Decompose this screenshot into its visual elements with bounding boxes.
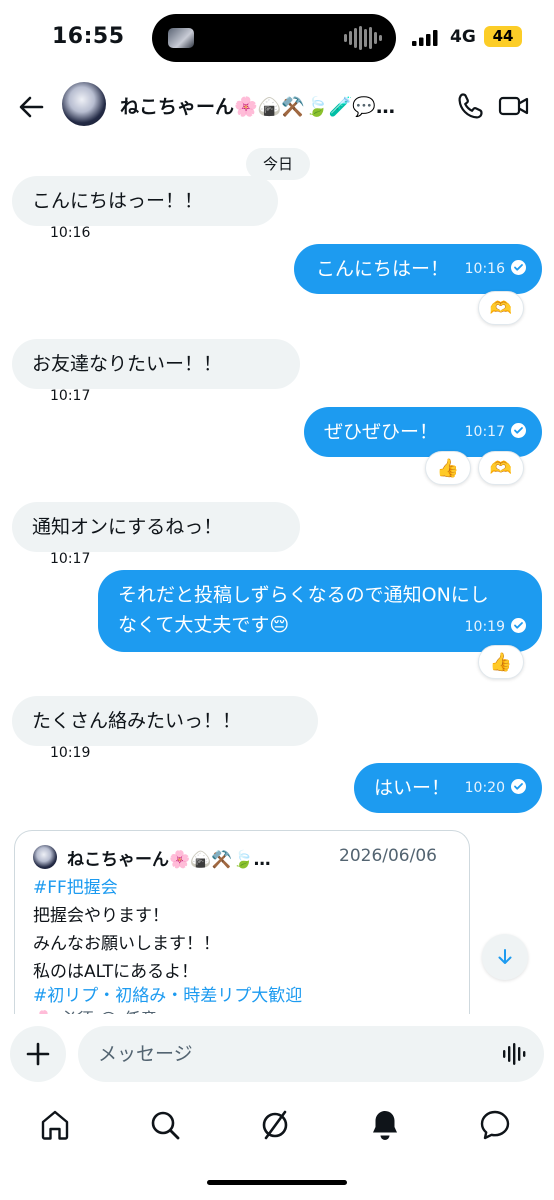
check-icon [511,260,526,275]
outgoing-message[interactable]: はいー！ 10:20 [354,763,542,813]
messages-icon[interactable] [478,1108,512,1142]
check-icon [511,423,526,438]
now-playing-thumbnail [168,28,194,48]
post-author-name: ねこちゃーん🌸🍙⚒️🍃… [67,850,271,870]
reaction-emoji: 🫶 [489,457,513,479]
message-time: 10:16 [464,261,505,277]
avatar[interactable] [62,82,106,126]
conversation-header: ねこちゃーん🌸🍙⚒️🍃🧪💬… [0,76,554,138]
scroll-to-bottom-button[interactable] [482,934,528,980]
message-time: 10:17 [464,424,505,440]
reaction-badge[interactable]: 🫶 [478,291,524,325]
check-icon [511,618,526,633]
reaction-emoji: 🫶 [489,297,513,319]
add-media-button[interactable] [10,1026,66,1082]
contact-name[interactable]: ねこちゃーん🌸🍙⚒️🍃🧪💬… [120,92,450,119]
back-arrow-icon[interactable] [16,92,46,122]
message-text: こんにちはー！ [316,258,450,280]
phone-icon[interactable] [456,91,486,121]
incoming-message[interactable]: 通知オンにするねっ！ 10:17 [12,502,300,567]
plus-icon [26,1042,50,1066]
post-text-line: 私のはALTにあるよ！ [33,962,199,982]
message-time: 10:16 [50,225,91,241]
message-time: 10:19 [464,619,505,635]
check-icon [511,779,526,794]
post-hashtag[interactable]: #FF把握会 [33,876,118,900]
battery-indicator: 44 [484,26,522,47]
post-hashtag[interactable]: #初リプ・初絡み・時差リプ大歓迎 [33,984,302,1008]
incoming-message[interactable]: お友達なりたいー！！ 10:17 [12,339,300,404]
reaction-badge[interactable]: 🫶 [478,451,524,485]
post-author-avatar [33,845,57,869]
outgoing-message[interactable]: こんにちはー！ 10:16 [294,244,542,294]
reaction-emoji: 👍 [489,651,513,673]
message-time: 10:19 [50,745,91,761]
message-text: はいー！ [374,777,451,799]
home-indicator[interactable] [207,1180,347,1185]
composer-bar [0,1014,554,1094]
message-time: 10:20 [464,780,505,796]
message-text-line: それだと投稿しずらくなるので通知ONにし [118,584,489,606]
message-time: 10:17 [50,388,91,404]
status-bar: 16:55 4G 44 [0,0,554,76]
post-text-line: みんなお願いします！！ [33,934,220,954]
voice-icon[interactable] [502,1042,528,1066]
audio-wave-icon [344,26,382,50]
outgoing-message[interactable]: それだと投稿しずらくなるので通知ONにし なくて大丈夫です😔 10:19 [98,570,542,652]
message-text: お友達なりたいー！！ [32,353,223,375]
message-text: たくさん絡みたいっ！！ [32,710,242,732]
message-time: 10:17 [50,551,91,567]
shared-post-card[interactable]: ねこちゃーん🌸🍙⚒️🍃… 2026/06/06 #FF把握会 把握会やります！ … [14,830,470,1030]
home-icon[interactable] [38,1108,72,1142]
post-text-line: 把握会やります！ [33,906,169,926]
arrow-down-icon [498,949,512,964]
network-label: 4G [450,27,476,47]
message-text: 通知オンにするねっ！ [32,516,223,538]
message-text-line: なくて大丈夫です😔 [118,614,290,636]
video-icon[interactable] [498,91,530,121]
incoming-message[interactable]: たくさん絡みたいっ！！ 10:19 [12,696,318,761]
dynamic-island[interactable] [152,14,396,62]
incoming-message[interactable]: こんにちはっー！！ 10:16 [12,176,278,241]
grok-icon[interactable] [258,1108,292,1142]
signal-icon [412,30,438,46]
message-text: ぜひぜひー！ [324,421,439,443]
status-time: 16:55 [52,24,125,49]
bell-icon[interactable] [368,1108,402,1142]
outgoing-message[interactable]: ぜひぜひー！ 10:17 [304,407,542,457]
search-icon[interactable] [148,1108,182,1142]
reaction-emoji: 👍 [436,457,460,479]
message-input[interactable] [78,1026,544,1082]
reaction-badge[interactable]: 👍 [478,645,524,679]
reaction-badge[interactable]: 👍 [425,451,471,485]
post-date: 2026/06/06 [339,846,437,866]
message-text: こんにちはっー！！ [32,190,204,212]
